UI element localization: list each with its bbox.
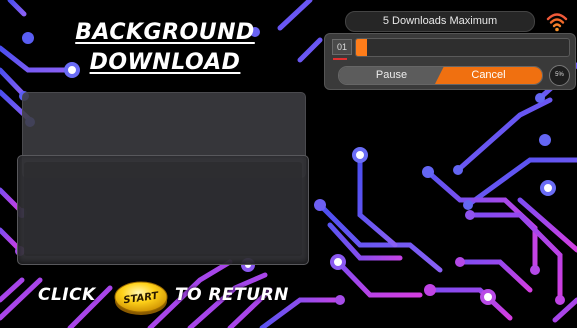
download-progress-panel: 01 Pause Cancel 5% (324, 33, 576, 90)
download-progress-fill (356, 39, 367, 56)
download-progress-bar (355, 38, 570, 57)
return-prompt-text: TO RETURN (175, 285, 289, 305)
download-slot-panel-front (17, 155, 309, 265)
title-line-1: BACKGROUND (75, 20, 255, 45)
slot-indicator-line (333, 58, 347, 60)
slot-number: 01 (332, 39, 352, 55)
start-button-icon[interactable]: START (113, 277, 169, 317)
download-controls: Pause Cancel (338, 66, 543, 85)
progress-percent-badge: 5% (549, 65, 570, 86)
cancel-button[interactable]: Cancel (435, 67, 542, 84)
title-line-2: DOWNLOAD (89, 50, 241, 75)
click-prompt-text: CLICK (38, 285, 96, 305)
max-downloads-label: 5 Downloads Maximum (345, 11, 535, 32)
pause-button[interactable]: Pause (339, 67, 444, 84)
panel-content-area (24, 162, 302, 256)
wifi-signal-icon (546, 13, 568, 32)
